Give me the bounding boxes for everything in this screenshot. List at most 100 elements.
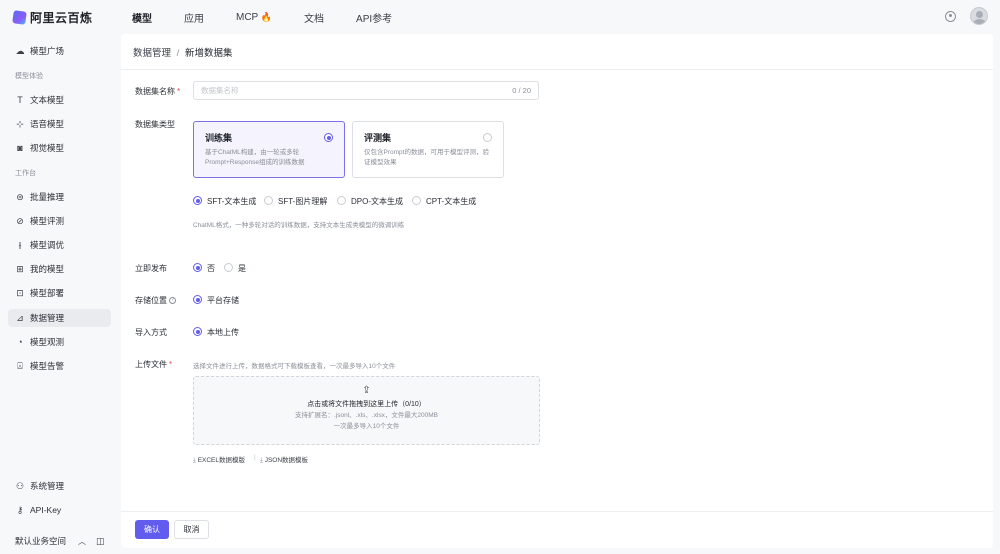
- subtype-hint: ChatML格式，一种多轮对话的训练数据，支持文本生成类模型的微调训练: [193, 222, 405, 229]
- subtype-radio-sft-text[interactable]: [193, 196, 202, 205]
- confirm-button[interactable]: 确认: [135, 520, 169, 539]
- text-icon: T: [17, 95, 23, 105]
- sidebar-item-label: 文本模型: [30, 95, 65, 105]
- card-train-desc: 基于ChatML构建，由一轮或多轮Prompt+Response组成的训练数据: [205, 149, 305, 166]
- evaluate-icon: ⊘: [16, 215, 24, 226]
- publish-radio-no[interactable]: [193, 263, 202, 272]
- template-json-link[interactable]: ⤓ JSON数据模板: [260, 454, 308, 465]
- subtype-radio-dpo-text[interactable]: [337, 196, 346, 205]
- name-label: 数据集名称 *: [135, 87, 181, 96]
- sidebar-item-api-key[interactable]: ⚷ API-Key: [8, 501, 111, 519]
- sidebar-item-my-models[interactable]: ⊞ 我的模型: [8, 260, 111, 278]
- train-radio[interactable]: [324, 133, 333, 142]
- subtype-label-dpo-text[interactable]: DPO-文本生成: [351, 196, 403, 207]
- char-counter: 0 / 20: [512, 86, 531, 95]
- info-icon[interactable]: ?: [169, 297, 176, 305]
- sidebar-item-data-management[interactable]: ⊿ 数据管理: [8, 309, 111, 327]
- upload-limit: 一次最多导入10个文件: [333, 423, 400, 430]
- sidebar-item-label: 模型调优: [30, 240, 65, 250]
- upload-main-text: 点击或将文件拖拽到这里上传（0/10）: [307, 401, 426, 408]
- cancel-button[interactable]: 取消: [174, 520, 209, 539]
- template-excel-link[interactable]: ⤓ EXCEL数据模版: [193, 454, 245, 465]
- upload-icon: ⇪: [362, 385, 371, 396]
- main-panel: 数据管理 / 新增数据集 数据集名称 * 数据集名称 0 / 20 数据集类型 训…: [121, 34, 993, 548]
- fire-icon: 🔥: [260, 11, 273, 22]
- avatar[interactable]: [970, 7, 988, 25]
- card-eval-set[interactable]: 评测集 仅包含Prompt的数据，可用于模型评测，验证模型效果: [352, 121, 504, 178]
- sidebar-item-label: API-Key: [30, 505, 62, 515]
- logo-icon: [12, 9, 27, 25]
- user-icon: ⚇: [15, 480, 25, 491]
- sidebar-item-system[interactable]: ⚇ 系统管理: [8, 477, 111, 495]
- import-label-local[interactable]: 本地上传: [207, 327, 239, 338]
- sidebar-item-vision-model[interactable]: ◙ 视觉模型: [8, 139, 111, 157]
- nav-docs[interactable]: 文档: [304, 10, 324, 25]
- sidebar-item-label: 模型告警: [30, 361, 65, 371]
- app-title: 阿里云百炼: [30, 10, 93, 25]
- nav-api[interactable]: API参考: [356, 10, 392, 25]
- download-icon: ⤓: [193, 457, 196, 464]
- type-label: 数据集类型: [135, 120, 175, 129]
- nav-app[interactable]: 应用: [184, 10, 204, 25]
- batch-icon: ⊜: [16, 191, 24, 202]
- key-icon: ⚷: [16, 504, 24, 515]
- subtype-label-sft-text[interactable]: SFT-文本生成: [207, 196, 256, 207]
- upload-label: 上传文件 *: [135, 360, 173, 369]
- upload-hint: 选择文件进行上传，数据格式可下载模板查看，一次最多导入10个文件: [193, 363, 396, 370]
- nav-model[interactable]: 模型: [132, 10, 152, 25]
- sidebar-item-batch[interactable]: ⊜ 批量推理: [8, 188, 111, 206]
- card-train-set[interactable]: 训练集 基于ChatML构建，由一轮或多轮Prompt+Response组成的训…: [193, 121, 345, 178]
- eval-radio[interactable]: [483, 133, 492, 142]
- nav-mcp-label: MCP: [236, 11, 259, 23]
- camera-icon: ◙: [17, 143, 23, 153]
- card-eval-desc: 仅包含Prompt的数据，可用于模型评测，验证模型效果: [364, 149, 489, 166]
- storage-label-platform[interactable]: 平台存储: [207, 295, 239, 306]
- dataset-name-placeholder: 数据集名称: [201, 86, 239, 95]
- sidebar-item-label: 视觉模型: [30, 143, 65, 153]
- nav-mcp[interactable]: MCP 🔥: [236, 12, 272, 23]
- publish-radio-yes[interactable]: [224, 263, 233, 272]
- sidebar-item-text-model[interactable]: T 文本模型: [8, 91, 111, 109]
- upload-dropzone[interactable]: ⇪ 点击或将文件拖拽到这里上传（0/10） 支持扩展名：.jsonl、.xls、…: [193, 376, 540, 445]
- storage-label: 存储位置?: [135, 295, 176, 306]
- sidebar-item-label: 模型评测: [30, 216, 65, 226]
- sidebar-item-tune[interactable]: ⫲ 模型调优: [8, 236, 111, 254]
- sidebar-item-label: 批量推理: [30, 192, 65, 202]
- import-label: 导入方式: [135, 328, 167, 337]
- sidebar-item-alarm[interactable]: ⍓ 模型告警: [8, 357, 111, 375]
- breadcrumb-parent[interactable]: 数据管理: [133, 48, 171, 59]
- subtype-label-sft-image[interactable]: SFT-图片理解: [278, 196, 327, 207]
- publish-label: 立即发布: [135, 264, 167, 273]
- sidebar-item-label: 我的模型: [30, 264, 65, 274]
- template-excel-label: EXCEL数据模版: [197, 457, 246, 464]
- import-radio-local[interactable]: [193, 327, 202, 336]
- publish-label-yes[interactable]: 是: [238, 263, 246, 274]
- publish-label-no[interactable]: 否: [207, 263, 215, 274]
- sidebar-item-audio-model[interactable]: ⊹ 语音模型: [8, 115, 111, 133]
- breadcrumb: 数据管理 / 新增数据集: [133, 45, 232, 59]
- sidebar-item-label: 数据管理: [30, 313, 65, 323]
- logo[interactable]: 阿里云百炼: [12, 9, 118, 26]
- storage-radio-platform[interactable]: [193, 295, 202, 304]
- sidebar-item-model-square[interactable]: ☁ 模型广场: [8, 42, 111, 60]
- template-separator: |: [254, 454, 256, 461]
- sidebar-item-evaluate[interactable]: ⊘ 模型评测: [8, 212, 111, 230]
- collapse-sidebar-icon[interactable]: ◫: [96, 536, 105, 547]
- tune-icon: ⫲: [18, 239, 22, 250]
- sidebar-item-observe[interactable]: ◔ 模型观测: [8, 333, 111, 351]
- sidebar-item-label: 模型部署: [30, 288, 65, 298]
- sidebar-item-deploy[interactable]: ⊡ 模型部署: [8, 284, 111, 302]
- dataset-name-input[interactable]: 数据集名称 0 / 20: [193, 81, 539, 100]
- sidebar-item-label: 模型广场: [30, 46, 65, 56]
- top-nav: 模型 应用 MCP 🔥 文档 API参考: [132, 10, 424, 25]
- subtype-label-cpt-text[interactable]: CPT-文本生成: [426, 196, 476, 207]
- workspace-switcher[interactable]: 默认业务空间 ︿ ◫: [15, 535, 105, 547]
- gear-icon[interactable]: [945, 10, 956, 22]
- subtype-radio-sft-image[interactable]: [264, 196, 273, 205]
- workspace-label: 默认业务空间: [15, 536, 67, 546]
- subtype-radio-cpt-text[interactable]: [412, 196, 421, 205]
- upload-extensions: 支持扩展名：.jsonl、.xls、.xlsx，文件最大200MB: [294, 412, 439, 419]
- chevron-up-icon[interactable]: ︿: [78, 536, 86, 547]
- grid-icon: ⊞: [16, 263, 24, 274]
- header-divider: [121, 69, 993, 70]
